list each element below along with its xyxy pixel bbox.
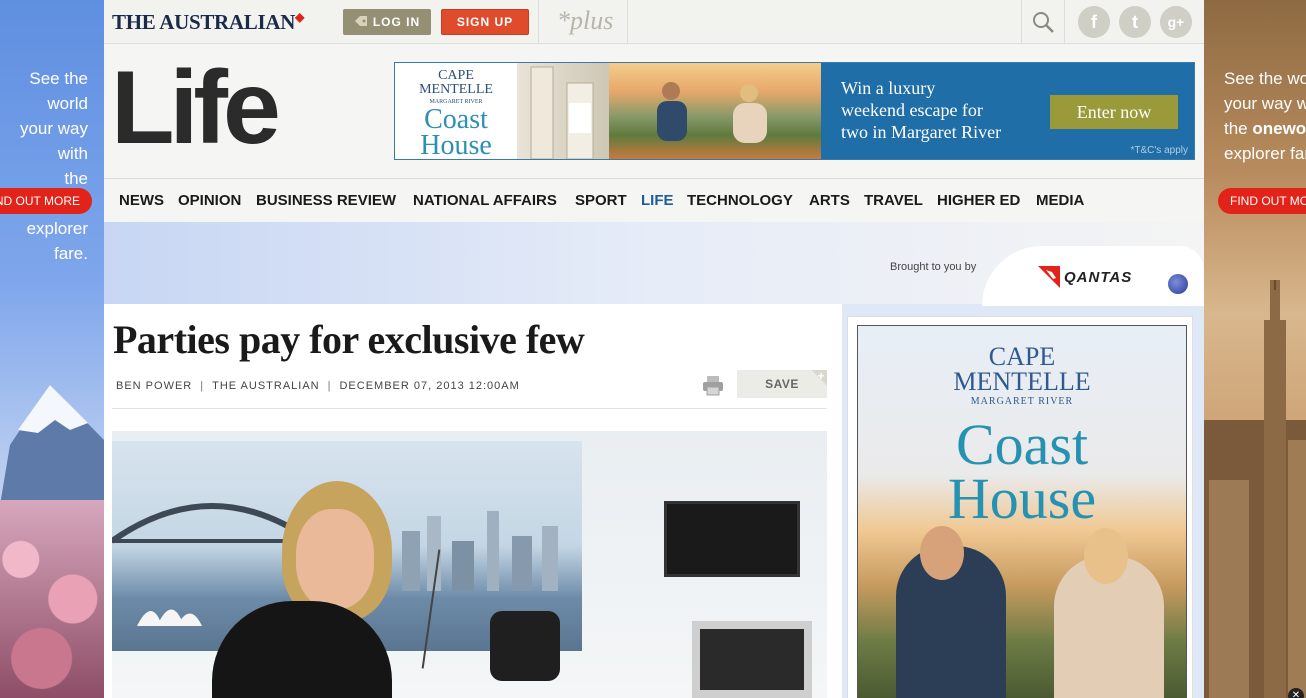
signup-button[interactable]: SIGN UP bbox=[441, 9, 529, 35]
nav-item-media[interactable]: MEDIA bbox=[1036, 192, 1084, 209]
article-headline: Parties pay for exclusive few bbox=[113, 317, 585, 362]
opera-house bbox=[137, 609, 202, 626]
login-button[interactable]: LOG IN bbox=[343, 9, 431, 35]
publication: THE AUSTRALIAN bbox=[212, 380, 320, 392]
sidebar-ad-brand: CAPE MENTELLE bbox=[953, 342, 1091, 396]
main-nav: NEWS OPINION BUSINESS REVIEW NATIONAL AF… bbox=[104, 178, 1204, 222]
television bbox=[664, 501, 800, 577]
city-buildings bbox=[402, 511, 558, 591]
tag-icon bbox=[354, 15, 368, 30]
the-australian-logo[interactable]: THE AUSTRALIAN◆ bbox=[112, 10, 304, 35]
search-icon bbox=[1033, 12, 1054, 33]
publish-date: DECEMBER 07, 2013 12:00AM bbox=[339, 380, 520, 392]
banner-brand: CAPE MENTELLE MARGARET RIVER Coast House bbox=[395, 63, 517, 159]
top-bar: THE AUSTRALIAN◆ LOG IN SIGN UP *plus f t… bbox=[104, 0, 1204, 44]
woman-head bbox=[1084, 528, 1128, 584]
google-plus-icon[interactable]: g+ bbox=[1160, 6, 1192, 38]
article: Parties pay for exclusive few BEN POWER |… bbox=[104, 304, 842, 698]
enter-now-button[interactable]: Enter now bbox=[1050, 95, 1178, 129]
armchair bbox=[490, 611, 560, 681]
nav-item-higher-ed[interactable]: HIGHER ED bbox=[937, 192, 1020, 209]
left-find-out-more-button[interactable]: FIND OUT MORE bbox=[0, 188, 92, 214]
save-button[interactable]: SAVE + bbox=[737, 370, 827, 398]
nav-item-technology[interactable]: TECHNOLOGY bbox=[687, 192, 793, 209]
brought-to-you-by: Brought to you by bbox=[890, 261, 977, 273]
nav-item-arts[interactable]: ARTS bbox=[809, 192, 850, 209]
close-icon[interactable]: ✕ bbox=[1288, 688, 1304, 698]
left-skin-ad[interactable]: See the world your way with the oneworld… bbox=[0, 0, 104, 698]
plus-link[interactable]: *plus bbox=[538, 0, 628, 44]
nav-item-opinion[interactable]: OPINION bbox=[178, 192, 241, 209]
nav-item-news[interactable]: NEWS bbox=[119, 192, 164, 209]
facebook-icon[interactable]: f bbox=[1078, 6, 1110, 38]
article-photo[interactable] bbox=[112, 431, 827, 698]
plus-icon: + bbox=[811, 370, 827, 386]
couple-photo bbox=[609, 63, 821, 159]
cherry-blossom-image bbox=[0, 500, 104, 698]
nav-item-national-affairs[interactable]: NATIONAL AFFAIRS bbox=[413, 192, 557, 209]
left-skin-copy: See the world your way with the oneworld… bbox=[12, 69, 88, 263]
print-icon[interactable] bbox=[702, 374, 724, 396]
kangaroo-icon bbox=[1038, 266, 1060, 288]
banner-copy: Win a luxury weekend escape for two in M… bbox=[841, 78, 1002, 142]
qantas-logo: QANTAS bbox=[1038, 266, 1132, 288]
plus-logo: *plus bbox=[557, 6, 614, 35]
right-skin-ad[interactable]: See the world your way with the oneworld… bbox=[1204, 0, 1306, 698]
nav-item-life[interactable]: LIFE bbox=[641, 192, 674, 209]
masthead: Life CAPE MENTELLE MARGARET RIVER Coast … bbox=[104, 44, 1204, 178]
nav-item-business-review[interactable]: BUSINESS REVIEW bbox=[256, 192, 396, 209]
woman-face bbox=[296, 509, 374, 609]
oneworld-icon bbox=[1168, 274, 1188, 294]
map-mark-icon: ◆ bbox=[295, 10, 305, 24]
fireplace bbox=[692, 621, 812, 698]
search-button[interactable] bbox=[1021, 0, 1065, 44]
sidebar-ad-sub: MARGARET RIVER bbox=[970, 396, 1074, 407]
sponsor-tab[interactable]: QANTAS bbox=[982, 246, 1204, 306]
right-find-out-more-button[interactable]: FIND OUT MORE bbox=[1218, 188, 1306, 214]
nav-item-travel[interactable]: TRAVEL bbox=[864, 192, 923, 209]
sidebar-ad-script: Coast House bbox=[947, 412, 1097, 531]
byline: BEN POWER | THE AUSTRALIAN | DECEMBER 07, 20… bbox=[116, 380, 520, 392]
mountain-image bbox=[0, 385, 104, 505]
twitter-icon[interactable]: t bbox=[1119, 6, 1151, 38]
city-skyline-image bbox=[1204, 280, 1306, 698]
right-skin-copy: See the world your way with the oneworld… bbox=[1224, 69, 1306, 163]
author[interactable]: BEN POWER bbox=[116, 380, 192, 392]
cape-mentelle-sidebar-ad[interactable]: CAPE MENTELLE MARGARET RIVER Coast House bbox=[857, 325, 1187, 698]
wine-bottle-image bbox=[517, 63, 609, 159]
life-section-logo[interactable]: Life bbox=[111, 56, 281, 160]
divider bbox=[112, 408, 827, 409]
cape-mentelle-banner-ad[interactable]: CAPE MENTELLE MARGARET RIVER Coast House… bbox=[394, 62, 1195, 160]
sidebar-ad-container: CAPE MENTELLE MARGARET RIVER Coast House bbox=[847, 316, 1193, 698]
man-head bbox=[920, 526, 964, 580]
terms-note: *T&C's apply bbox=[1130, 145, 1189, 156]
nav-item-sport[interactable]: SPORT bbox=[575, 192, 627, 209]
